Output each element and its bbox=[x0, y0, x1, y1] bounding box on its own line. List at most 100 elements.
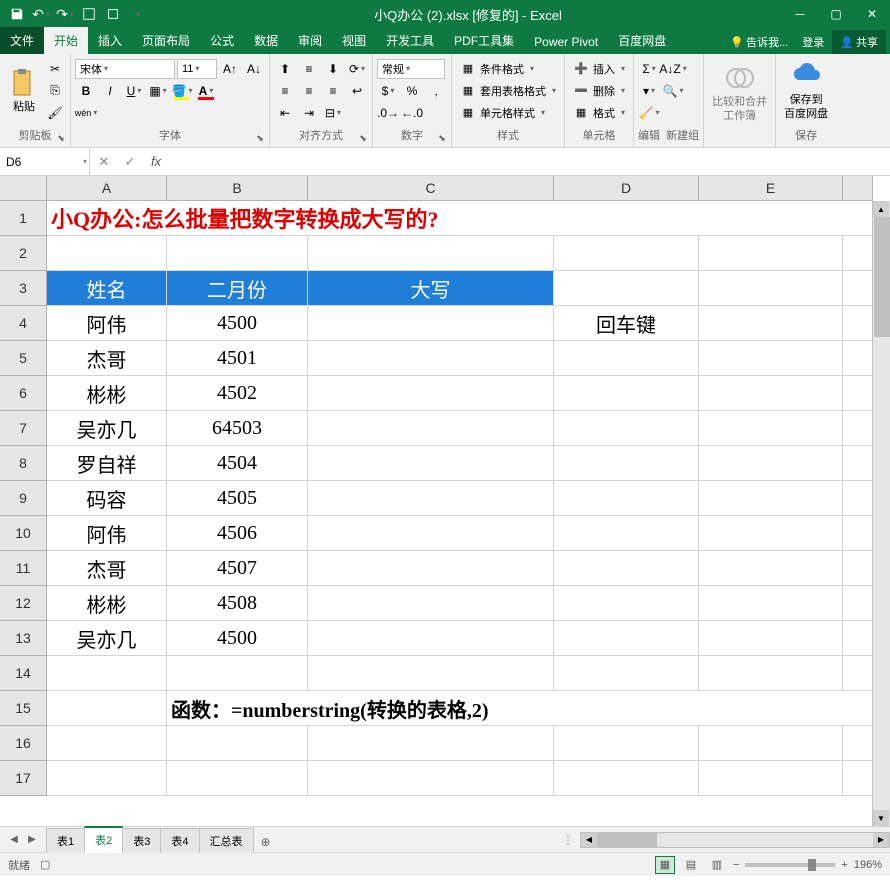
page-layout-button[interactable]: ▤ bbox=[681, 856, 701, 874]
horizontal-scrollbar[interactable]: ◀ ▶ bbox=[580, 832, 890, 848]
cell-F4[interactable] bbox=[843, 306, 873, 341]
qat-customize[interactable]: ▾ bbox=[126, 3, 148, 25]
cell-D13[interactable] bbox=[554, 621, 699, 656]
row-header-12[interactable]: 12 bbox=[0, 586, 47, 621]
increase-decimal-button[interactable]: .0→ bbox=[377, 103, 399, 123]
sheet-tab-4[interactable]: 表4 bbox=[160, 828, 199, 853]
close-button[interactable]: ✕ bbox=[854, 0, 890, 28]
cell-B5[interactable]: 4501 bbox=[167, 341, 308, 376]
cell-B12[interactable]: 4508 bbox=[167, 586, 308, 621]
cell-A9[interactable]: 码容 bbox=[47, 481, 167, 516]
cell-B17[interactable] bbox=[167, 761, 308, 796]
align-top-button[interactable]: ⬆ bbox=[274, 59, 296, 79]
cell-E17[interactable] bbox=[699, 761, 843, 796]
conditional-format-button[interactable]: ▦条件格式▾ bbox=[456, 59, 560, 79]
cell-E8[interactable] bbox=[699, 446, 843, 481]
cell-B16[interactable] bbox=[167, 726, 308, 761]
row-header-9[interactable]: 9 bbox=[0, 481, 47, 516]
cell-E16[interactable] bbox=[699, 726, 843, 761]
cell-D3[interactable] bbox=[554, 271, 699, 306]
cut-button[interactable]: ✂ bbox=[44, 59, 66, 79]
tab-developer[interactable]: 开发工具 bbox=[376, 27, 444, 54]
cell-F16[interactable] bbox=[843, 726, 873, 761]
format-painter-button[interactable]: 🖌 bbox=[44, 103, 66, 123]
clear-button[interactable]: 🧹▾ bbox=[638, 103, 660, 123]
tab-view[interactable]: 视图 bbox=[332, 27, 376, 54]
cell-F2[interactable] bbox=[843, 236, 873, 271]
cell-C4[interactable] bbox=[308, 306, 554, 341]
cell-D12[interactable] bbox=[554, 586, 699, 621]
cell-B14[interactable] bbox=[167, 656, 308, 691]
vertical-scrollbar[interactable]: ▲ ▼ bbox=[872, 201, 890, 826]
cell-C11[interactable] bbox=[308, 551, 554, 586]
font-name-combo[interactable]: 宋体▾ bbox=[75, 59, 175, 79]
cell-B10[interactable]: 4506 bbox=[167, 516, 308, 551]
cell-A6[interactable]: 彬彬 bbox=[47, 376, 167, 411]
italic-button[interactable]: I bbox=[99, 81, 121, 101]
enter-formula-button[interactable]: ✓ bbox=[120, 152, 140, 172]
col-header-C[interactable]: C bbox=[308, 176, 554, 201]
col-header-F[interactable] bbox=[843, 176, 873, 201]
cell-D5[interactable] bbox=[554, 341, 699, 376]
sheet-nav-next[interactable]: ▶ bbox=[24, 832, 40, 848]
align-center-button[interactable]: ≡ bbox=[298, 81, 320, 101]
cell-F7[interactable] bbox=[843, 411, 873, 446]
tab-layout[interactable]: 页面布局 bbox=[132, 27, 200, 54]
cell-A8[interactable]: 罗自祥 bbox=[47, 446, 167, 481]
currency-button[interactable]: $▾ bbox=[377, 81, 399, 101]
row-header-17[interactable]: 17 bbox=[0, 761, 47, 796]
select-all-corner[interactable] bbox=[0, 176, 47, 201]
insert-cells-button[interactable]: ➕插入▾ bbox=[569, 59, 629, 79]
cell-A13[interactable]: 吴亦几 bbox=[47, 621, 167, 656]
name-box[interactable]: D6▾ bbox=[0, 148, 90, 175]
cell-D6[interactable] bbox=[554, 376, 699, 411]
cell-D16[interactable] bbox=[554, 726, 699, 761]
sheet-nav-prev[interactable]: ◀ bbox=[6, 832, 22, 848]
row-header-16[interactable]: 16 bbox=[0, 726, 47, 761]
row-header-13[interactable]: 13 bbox=[0, 621, 47, 656]
tab-file[interactable]: 文件 bbox=[0, 27, 44, 54]
cell-C8[interactable] bbox=[308, 446, 554, 481]
row-header-2[interactable]: 2 bbox=[0, 236, 47, 271]
tell-me[interactable]: 💡告诉我... bbox=[724, 30, 794, 54]
col-header-D[interactable]: D bbox=[554, 176, 699, 201]
row-header-3[interactable]: 3 bbox=[0, 271, 47, 306]
cell-C17[interactable] bbox=[308, 761, 554, 796]
align-left-button[interactable]: ≡ bbox=[274, 81, 296, 101]
cell-F3[interactable] bbox=[843, 271, 873, 306]
cell-B4[interactable]: 4500 bbox=[167, 306, 308, 341]
cell-A15[interactable] bbox=[47, 691, 167, 726]
cell-D9[interactable] bbox=[554, 481, 699, 516]
zoom-thumb[interactable] bbox=[808, 859, 816, 871]
cell-A11[interactable]: 杰哥 bbox=[47, 551, 167, 586]
tab-insert[interactable]: 插入 bbox=[88, 27, 132, 54]
cell-C10[interactable] bbox=[308, 516, 554, 551]
tab-review[interactable]: 审阅 bbox=[288, 27, 332, 54]
cell-F10[interactable] bbox=[843, 516, 873, 551]
col-header-B[interactable]: B bbox=[167, 176, 308, 201]
row-header-7[interactable]: 7 bbox=[0, 411, 47, 446]
scroll-right-button[interactable]: ▶ bbox=[873, 833, 889, 847]
cell-F12[interactable] bbox=[843, 586, 873, 621]
scroll-left-button[interactable]: ◀ bbox=[581, 833, 597, 847]
delete-cells-button[interactable]: ➖删除▾ bbox=[569, 81, 629, 101]
undo-button[interactable]: ↶▾ bbox=[30, 3, 52, 25]
cell-E5[interactable] bbox=[699, 341, 843, 376]
phonetic-button[interactable]: wén▾ bbox=[75, 103, 97, 123]
tab-pdf[interactable]: PDF工具集 bbox=[444, 27, 524, 54]
qat-item-1[interactable] bbox=[78, 3, 100, 25]
cell-B8[interactable]: 4504 bbox=[167, 446, 308, 481]
col-header-A[interactable]: A bbox=[47, 176, 167, 201]
tab-home[interactable]: 开始 bbox=[44, 27, 88, 54]
cell-A10[interactable]: 阿伟 bbox=[47, 516, 167, 551]
zoom-level[interactable]: 196% bbox=[854, 859, 882, 871]
cell-D4[interactable]: 回车键 bbox=[554, 306, 699, 341]
cell-F5[interactable] bbox=[843, 341, 873, 376]
cell-B11[interactable]: 4507 bbox=[167, 551, 308, 586]
sheet-tab-2[interactable]: 表2 bbox=[84, 826, 123, 853]
increase-indent-button[interactable]: ⇥ bbox=[298, 103, 320, 123]
cell-C16[interactable] bbox=[308, 726, 554, 761]
cell-C2[interactable] bbox=[308, 236, 554, 271]
cell-B7[interactable]: 64503 bbox=[167, 411, 308, 446]
cell-D14[interactable] bbox=[554, 656, 699, 691]
